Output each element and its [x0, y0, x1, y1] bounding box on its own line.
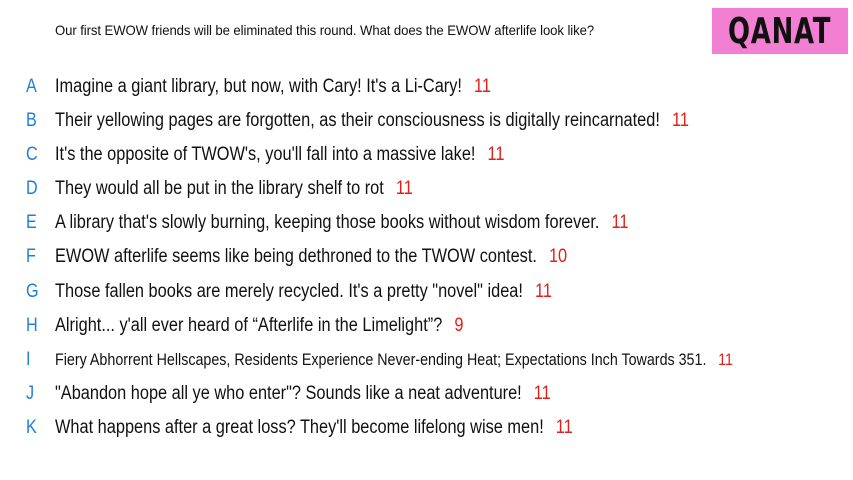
response-row: B Their yellowing pages are forgotten, a… — [0, 104, 853, 138]
response-row: E A library that's slowly burning, keepi… — [0, 206, 853, 240]
response-text: What happens after a great loss? They'll… — [55, 417, 544, 438]
response-row: F EWOW afterlife seems like being dethro… — [0, 240, 853, 274]
response-letter: D — [26, 178, 38, 199]
response-text: A library that's slowly burning, keeping… — [55, 212, 600, 233]
response-text-wrap: They would all be put in the library she… — [55, 178, 413, 200]
response-letter: J — [26, 383, 35, 404]
word-count: 11 — [555, 417, 573, 438]
word-count: 11 — [395, 178, 413, 199]
response-text: Their yellowing pages are forgotten, as … — [55, 110, 660, 131]
response-letter: H — [26, 315, 38, 336]
response-text-wrap: Imagine a giant library, but now, with C… — [55, 76, 491, 98]
response-text-wrap: Fiery Abhorrent Hellscapes, Residents Ex… — [55, 350, 733, 370]
word-count: 9 — [454, 315, 464, 336]
response-row: H Alright... y'all ever heard of “Afterl… — [0, 309, 853, 343]
response-letter: K — [26, 417, 37, 438]
word-count: 11 — [487, 144, 505, 165]
response-row: J "Abandon hope all ye who enter"? Sound… — [0, 377, 853, 411]
word-count: 11 — [473, 76, 491, 97]
response-text-wrap: "Abandon hope all ye who enter"? Sounds … — [55, 383, 551, 405]
response-letter: E — [26, 212, 37, 233]
word-count: 10 — [548, 246, 568, 267]
word-count: 11 — [611, 212, 629, 233]
prompt-text: Our first EWOW friends will be eliminate… — [55, 22, 595, 38]
response-text: Those fallen books are merely recycled. … — [55, 281, 523, 302]
response-text: Alright... y'all ever heard of “Afterlif… — [55, 315, 443, 336]
response-text-wrap: Those fallen books are merely recycled. … — [55, 281, 552, 303]
response-text: Fiery Abhorrent Hellscapes, Residents Ex… — [55, 350, 707, 369]
response-letter: B — [26, 110, 37, 131]
response-text-wrap: EWOW afterlife seems like being dethrone… — [55, 246, 567, 268]
response-row: G Those fallen books are merely recycled… — [0, 275, 853, 309]
response-letter: C — [26, 144, 38, 165]
response-text-wrap: Their yellowing pages are forgotten, as … — [55, 110, 689, 132]
response-letter: I — [26, 349, 31, 370]
response-text-wrap: A library that's slowly burning, keeping… — [55, 212, 628, 234]
response-text: It's the opposite of TWOW's, you'll fall… — [55, 144, 476, 165]
response-row: I Fiery Abhorrent Hellscapes, Residents … — [0, 343, 853, 377]
word-count: 11 — [718, 350, 733, 369]
contestant-name: QANAT — [728, 10, 832, 52]
response-text-wrap: What happens after a great loss? They'll… — [55, 417, 573, 439]
word-count: 11 — [534, 281, 552, 302]
response-row: D They would all be put in the library s… — [0, 172, 853, 206]
response-text-wrap: It's the opposite of TWOW's, you'll fall… — [55, 144, 504, 166]
word-count: 11 — [533, 383, 551, 404]
response-row: C It's the opposite of TWOW's, you'll fa… — [0, 138, 853, 172]
response-letter: F — [26, 246, 36, 267]
response-letter: G — [26, 281, 39, 302]
word-count: 11 — [671, 110, 689, 131]
response-text: They would all be put in the library she… — [55, 178, 384, 199]
response-letter: A — [26, 76, 37, 97]
response-text: "Abandon hope all ye who enter"? Sounds … — [55, 383, 522, 404]
response-row: A Imagine a giant library, but now, with… — [0, 70, 853, 104]
response-text-wrap: Alright... y'all ever heard of “Afterlif… — [55, 315, 463, 337]
response-text: EWOW afterlife seems like being dethrone… — [55, 246, 537, 267]
response-row: K What happens after a great loss? They'… — [0, 411, 853, 445]
response-text: Imagine a giant library, but now, with C… — [55, 76, 462, 97]
contestant-badge: QANAT — [712, 8, 848, 54]
